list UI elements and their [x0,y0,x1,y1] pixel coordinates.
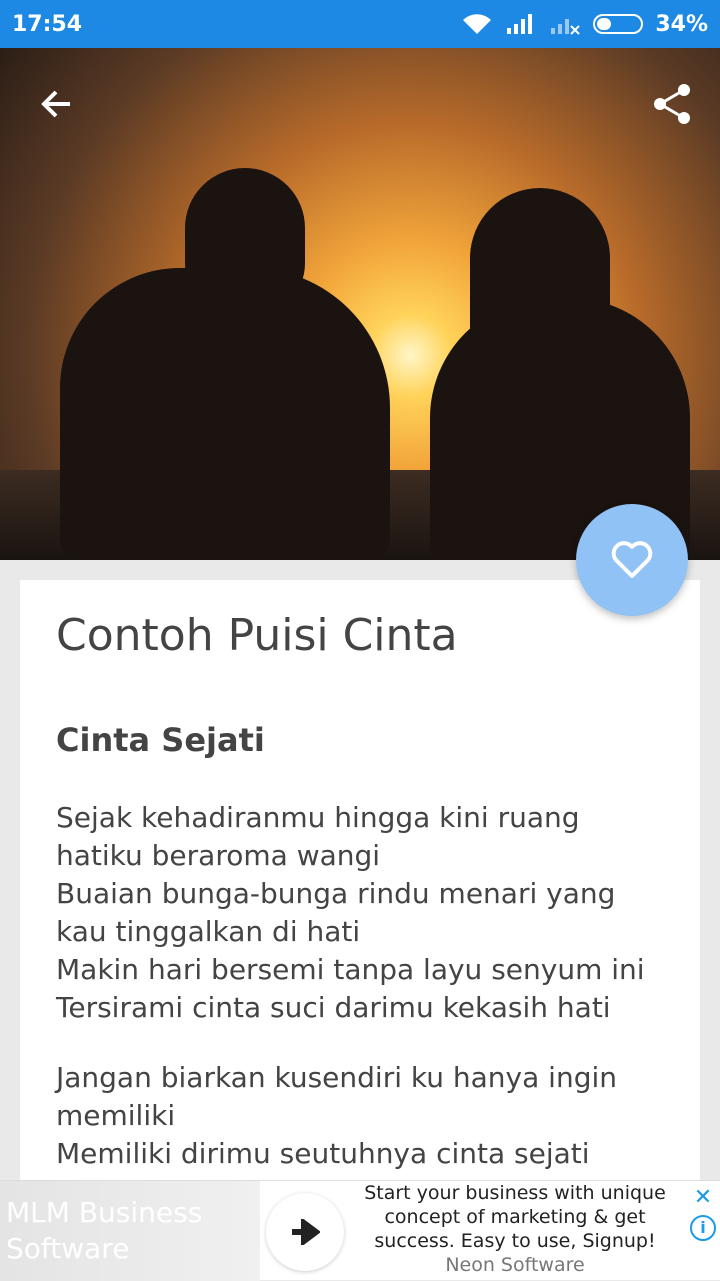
status-bar: 17:54 34% [0,0,720,48]
poem-card: Contoh Puisi Cinta Cinta Sejati Sejak ke… [20,580,700,1200]
hero-image [0,48,720,560]
man-head-silhouette [185,168,305,318]
ad-sponsor: Neon Software [445,1254,585,1276]
page-title: Contoh Puisi Cinta [56,610,458,661]
signal-icon [507,14,533,34]
heart-outline-icon [611,541,653,578]
close-icon[interactable]: ✕ [690,1185,716,1211]
poem-stanza: Jangan biarkan kusendiri ku hanya ingin … [56,1059,664,1173]
signal-off-icon [551,19,581,35]
battery-level: 34% [655,11,708,37]
poem-line: Buaian bunga-bunga rindu menari yang kau… [56,877,616,948]
poem-line: Sejak kehadiranmu hingga kini ruang hati… [56,801,580,872]
battery-icon [593,14,644,34]
ad-banner[interactable]: MLM Business Software Start your busines… [0,1180,720,1281]
poem-line: Memiliki dirimu seutuhnya cinta sejati [56,1137,590,1170]
poem-line: Makin hari bersemi tanpa layu senyum ini [56,953,645,986]
back-button[interactable] [28,76,84,132]
ad-text[interactable]: Start your business with unique concept … [350,1181,680,1277]
arrow-right-icon [292,1219,320,1245]
woman-head-silhouette [470,188,610,378]
poem-stanza: Sejak kehadiranmu hingga kini ruang hati… [56,799,664,1027]
poem-line: Tersirami cinta suci darimu kekasih hati [56,991,611,1024]
share-icon [654,84,690,124]
ad-brand[interactable]: MLM Business Software [0,1181,260,1281]
wifi-icon [463,14,492,34]
arrow-left-icon [41,90,70,118]
poem-title: Cinta Sejati [56,721,265,759]
favorite-button[interactable] [576,504,688,616]
ad-open-button[interactable] [266,1193,344,1271]
info-icon[interactable]: i [690,1215,716,1241]
share-button[interactable] [644,76,700,132]
ad-description: Start your business with unique concept … [364,1182,666,1252]
status-time: 17:54 [12,11,83,37]
poem-line: Jangan biarkan kusendiri ku hanya ingin … [56,1061,617,1132]
